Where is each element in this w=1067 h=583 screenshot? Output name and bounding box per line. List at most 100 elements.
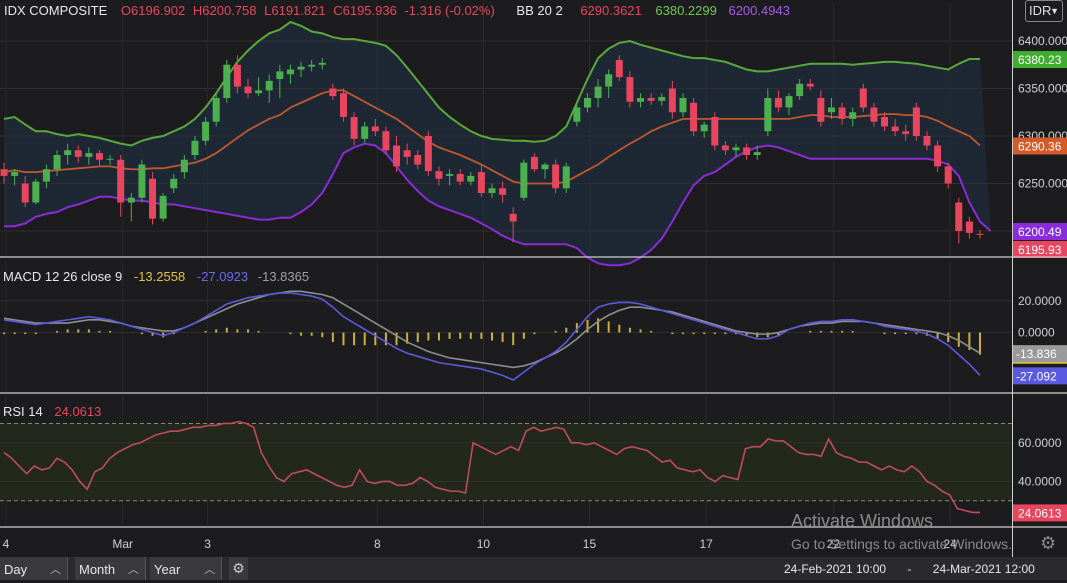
candle-body: [149, 178, 157, 219]
open-value: O6196.902: [120, 3, 186, 18]
macd-line-value: -27.0923: [196, 269, 249, 284]
candle-body: [223, 64, 231, 98]
candle-body: [127, 197, 135, 203]
candle-body: [85, 153, 93, 157]
watermark-subtitle: Go to Settings to activate Windows.: [791, 536, 1012, 552]
candle-body: [212, 98, 220, 122]
chevron-up-icon: ︿: [50, 564, 61, 576]
candle-body: [276, 71, 284, 79]
candle-body: [0, 169, 8, 176]
change-value: -1.316 (-0.02%): [404, 3, 495, 18]
candle-body: [541, 164, 549, 170]
candle-body: [785, 96, 793, 108]
candle-body: [488, 188, 496, 193]
candle-body: [11, 172, 19, 176]
price-tick-label: 6400.0000: [1018, 34, 1067, 48]
settings-icon-right[interactable]: ⚙: [1040, 533, 1056, 554]
macd-value-text: -27.092: [1016, 369, 1057, 383]
price-tick-label: 6250.0000: [1018, 177, 1067, 191]
last-value-text: 6290.36: [1018, 140, 1062, 154]
high-value: H6200.758: [192, 3, 257, 18]
rsi-value-text: 24.0613: [1018, 506, 1062, 520]
candle-body: [361, 126, 369, 139]
candle-body: [286, 69, 294, 75]
candle-body: [170, 178, 178, 189]
candle-body: [308, 64, 316, 67]
candle-body: [32, 181, 40, 203]
macd-tick-label: 0.0000: [1018, 326, 1055, 340]
candle-body: [318, 62, 326, 65]
candle-body: [562, 166, 570, 189]
interval-select[interactable]: Day ︿: [0, 557, 68, 580]
period-select-month[interactable]: Month ︿: [75, 557, 146, 580]
candle-body: [393, 145, 401, 167]
macd-legend: MACD 12 26 close 9 -13.2558 -27.0923 -13…: [3, 269, 313, 284]
low-value: L6191.821: [264, 3, 326, 18]
rsi-tick-label: 60.0000: [1018, 436, 1062, 450]
price-legend: IDX COMPOSITE O6196.902 H6200.758 L6191.…: [4, 3, 794, 18]
candle-body: [923, 136, 931, 146]
candle-body: [934, 145, 942, 167]
candle-body: [414, 155, 422, 165]
candle-body: [138, 164, 146, 198]
candle-body: [106, 158, 114, 160]
macd-signal-value: -13.8365: [257, 269, 310, 284]
candle-body: [615, 60, 623, 78]
range-separator: -: [907, 562, 912, 576]
candle-body: [573, 107, 581, 122]
candle-body: [552, 164, 560, 189]
currency-select[interactable]: IDR ▼: [1025, 0, 1063, 22]
candle-body: [732, 147, 740, 151]
chevron-up-icon: ︿: [204, 564, 215, 576]
candle-body: [509, 213, 517, 222]
candle-body: [965, 221, 973, 233]
candle-body: [477, 172, 485, 193]
candle-body: [255, 90, 263, 94]
candle-body: [849, 112, 857, 119]
candle-body: [764, 98, 772, 132]
rsi-value: 24.0613: [54, 404, 102, 419]
candle-body: [424, 136, 432, 172]
candle-body: [796, 83, 804, 97]
candle-body: [881, 117, 889, 127]
candle-body: [859, 88, 867, 108]
period-select-year[interactable]: Year ︿: [150, 557, 222, 580]
candle-body: [467, 175, 475, 182]
candle-body: [499, 188, 507, 195]
candle-body: [955, 202, 963, 231]
period-year-label: Year: [154, 562, 181, 577]
candle-body: [753, 152, 761, 155]
range-from: 24-Feb-2021 10:00: [784, 562, 887, 576]
currency-label: IDR: [1029, 3, 1052, 18]
candle-body: [64, 150, 72, 155]
time-tick-label: 8: [374, 537, 381, 551]
time-tick-label: 15: [583, 537, 597, 551]
candle-body: [117, 159, 125, 203]
chevron-up-icon: ︿: [128, 564, 139, 576]
candle-body: [679, 98, 687, 113]
candle-body: [53, 155, 61, 170]
macd-value-text: -13.836: [1016, 347, 1057, 361]
settings-button[interactable]: ⚙: [229, 557, 248, 580]
symbol-name: IDX COMPOSITE: [4, 3, 108, 18]
candle-body: [520, 162, 528, 198]
time-tick-label: 17: [699, 537, 713, 551]
time-tick-label: 10: [477, 537, 491, 551]
last-value-text: 6195.93: [1018, 243, 1062, 257]
candle-body: [371, 126, 379, 132]
candle-body: [838, 107, 846, 119]
date-range[interactable]: 24-Feb-2021 10:00 - 24-Mar-2021 12:00: [784, 562, 1035, 576]
macd-tick-label: 20.0000: [1018, 294, 1062, 308]
time-tick-label: 3: [204, 537, 211, 551]
candle-body: [626, 77, 634, 102]
candle-body: [912, 107, 920, 136]
bb-mid-value: 6290.3621: [580, 3, 642, 18]
candle-body: [95, 153, 103, 160]
bb-label: BB 20 2: [516, 3, 563, 18]
candle-body: [944, 166, 952, 184]
candle-body: [180, 159, 188, 173]
candle-body: [817, 98, 825, 122]
candle-body: [605, 74, 613, 87]
candle-body: [530, 156, 538, 170]
candle-body: [403, 150, 411, 157]
